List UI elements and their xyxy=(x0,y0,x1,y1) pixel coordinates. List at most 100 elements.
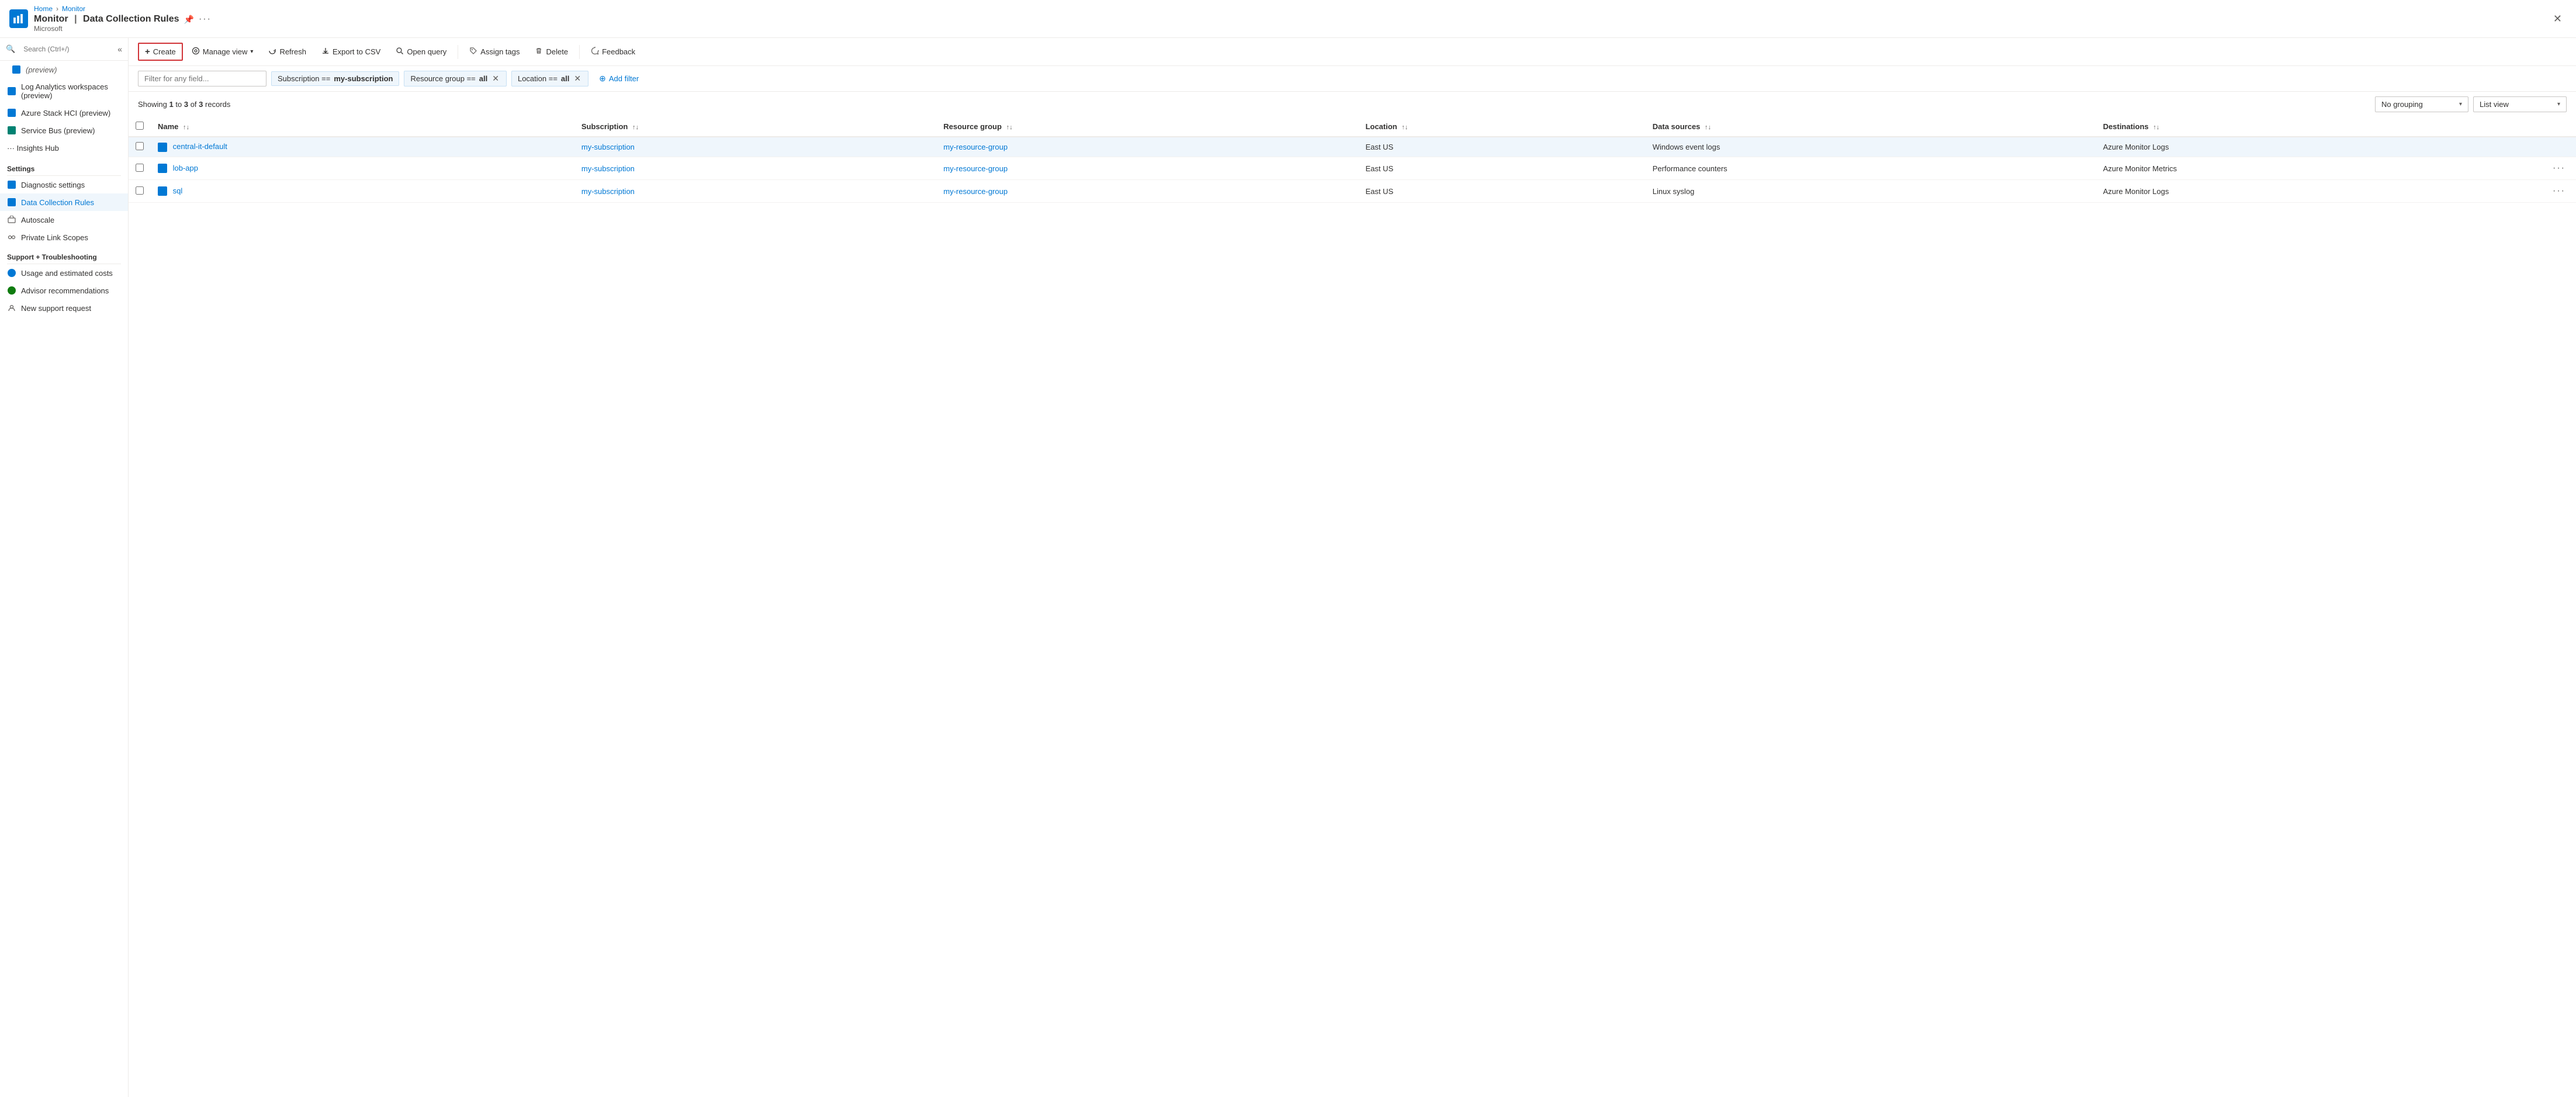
row-resource-group-link[interactable]: my-resource-group xyxy=(943,187,1007,196)
row-resource-group-link[interactable]: my-resource-group xyxy=(943,164,1007,173)
more-options-icon[interactable]: ··· xyxy=(199,14,212,25)
title-area: Home › Monitor Monitor | Data Collection… xyxy=(34,5,212,33)
row-checkbox-0[interactable] xyxy=(136,142,144,150)
subscription-filter-label: Subscription == xyxy=(278,74,330,83)
sidebar-item-azure-stack[interactable]: Azure Stack HCI (preview) xyxy=(0,104,128,122)
location-filter-close[interactable]: ✕ xyxy=(573,74,582,84)
row-subscription-cell: my-subscription xyxy=(574,137,937,157)
records-bar: Showing 1 to 3 of 3 records No grouping … xyxy=(129,92,2576,117)
subscription-header[interactable]: Subscription ↑↓ xyxy=(574,117,937,137)
row-resource-icon xyxy=(158,164,167,173)
subscription-filter-tag: Subscription == my-subscription xyxy=(271,71,399,86)
table-body: central-it-default my-subscription my-re… xyxy=(129,137,2576,203)
row-more-button[interactable]: ··· xyxy=(2549,185,2569,198)
row-subscription-link[interactable]: my-subscription xyxy=(581,187,635,196)
row-data-sources-value: Linux syslog xyxy=(1653,187,1695,196)
sidebar-item-preview[interactable]: (preview) xyxy=(0,61,128,78)
row-location-value: East US xyxy=(1366,164,1394,173)
feedback-button[interactable]: Feedback xyxy=(584,43,642,60)
name-header[interactable]: Name ↑↓ xyxy=(151,117,574,137)
app-subtitle: Microsoft xyxy=(34,25,212,33)
row-name-link[interactable]: lob-app xyxy=(173,164,198,172)
title-row: Monitor | Data Collection Rules 📌 ··· xyxy=(34,14,212,25)
view-dropdown[interactable]: List view ▾ xyxy=(2473,96,2567,112)
sidebar-item-advisor-label: Advisor recommendations xyxy=(21,286,109,295)
sidebar-item-usage-costs[interactable]: Usage and estimated costs xyxy=(0,264,128,282)
manage-view-chevron-icon: ▾ xyxy=(250,49,253,55)
destinations-header[interactable]: Destinations ↑↓ xyxy=(2096,117,2542,137)
filter-bar: Subscription == my-subscription Resource… xyxy=(129,66,2576,92)
location-header[interactable]: Location ↑↓ xyxy=(1359,117,1646,137)
pin-icon[interactable]: 📌 xyxy=(184,15,194,25)
manage-view-icon xyxy=(192,47,200,57)
main-layout: 🔍 « (preview) Log Analytics workspaces (… xyxy=(0,38,2576,1097)
sidebar-item-usage-label: Usage and estimated costs xyxy=(21,269,113,278)
create-plus-icon: + xyxy=(145,47,150,57)
create-button[interactable]: + Create xyxy=(138,43,183,61)
row-more-button[interactable]: ··· xyxy=(2549,162,2569,175)
preview-icon xyxy=(12,65,21,74)
select-all-header xyxy=(129,117,151,137)
row-actions-cell xyxy=(2542,137,2576,157)
row-select-cell xyxy=(129,180,151,203)
view-controls: No grouping ▾ List view ▾ xyxy=(2375,96,2567,112)
refresh-button[interactable]: Refresh xyxy=(262,43,313,60)
delete-icon xyxy=(535,47,543,57)
sidebar-item-data-collection-rules[interactable]: Data Collection Rules xyxy=(0,193,128,211)
row-name-link[interactable]: sql xyxy=(173,186,183,195)
data-table: Name ↑↓ Subscription ↑↓ Resource group ↑… xyxy=(129,117,2576,203)
row-destinations-value: Azure Monitor Logs xyxy=(2103,143,2169,151)
add-filter-button[interactable]: ⊕ Add filter xyxy=(593,71,645,86)
destinations-sort-icon: ↑↓ xyxy=(2153,124,2159,131)
filter-input[interactable] xyxy=(138,71,266,86)
sidebar-item-private-link[interactable]: Private Link Scopes xyxy=(0,229,128,246)
breadcrumb-home[interactable]: Home xyxy=(34,5,53,13)
subscription-header-label: Subscription xyxy=(581,122,628,131)
breadcrumb-monitor[interactable]: Monitor xyxy=(62,5,85,13)
export-csv-button[interactable]: Export to CSV xyxy=(315,43,387,60)
row-subscription-link[interactable]: my-subscription xyxy=(581,164,635,173)
sidebar-search-area: 🔍 « xyxy=(0,38,128,61)
row-name-link[interactable]: central-it-default xyxy=(173,142,227,151)
sidebar-item-diagnostic-settings[interactable]: Diagnostic settings xyxy=(0,176,128,193)
row-name-cell: central-it-default xyxy=(151,137,574,157)
collapse-sidebar-button[interactable]: « xyxy=(117,44,122,54)
assign-tags-button[interactable]: Assign tags xyxy=(463,43,526,60)
sidebar-item-log-analytics[interactable]: Log Analytics workspaces (preview) xyxy=(0,78,128,104)
close-button[interactable]: ✕ xyxy=(2549,11,2567,27)
sidebar-item-preview-label: (preview) xyxy=(26,65,57,74)
row-resource-group-link[interactable]: my-resource-group xyxy=(943,143,1007,151)
open-query-button[interactable]: Open query xyxy=(389,43,453,60)
row-resource-group-cell: my-resource-group xyxy=(936,180,1358,203)
row-resource-icon xyxy=(158,143,167,152)
open-query-icon xyxy=(396,47,404,57)
select-all-checkbox[interactable] xyxy=(136,122,144,130)
sidebar-item-autoscale[interactable]: Autoscale xyxy=(0,211,128,229)
location-header-label: Location xyxy=(1366,122,1397,131)
row-name-cell: lob-app xyxy=(151,157,574,180)
sidebar-item-private-link-label: Private Link Scopes xyxy=(21,233,88,242)
row-subscription-link[interactable]: my-subscription xyxy=(581,143,635,151)
row-checkbox-2[interactable] xyxy=(136,186,144,195)
row-location-value: East US xyxy=(1366,187,1394,196)
sidebar-item-service-bus[interactable]: Service Bus (preview) xyxy=(0,122,128,139)
row-data-sources-value: Performance counters xyxy=(1653,164,1727,173)
subscription-sort-icon: ↑↓ xyxy=(632,124,639,131)
sidebar-item-insights-hub[interactable]: ··· Insights Hub xyxy=(0,139,128,158)
row-name-cell: sql xyxy=(151,180,574,203)
search-icon: 🔍 xyxy=(6,44,15,54)
row-destinations-cell: Azure Monitor Logs xyxy=(2096,137,2542,157)
grouping-dropdown[interactable]: No grouping ▾ xyxy=(2375,96,2468,112)
toolbar-separator-2 xyxy=(579,45,580,59)
data-sources-header[interactable]: Data sources ↑↓ xyxy=(1646,117,2096,137)
row-checkbox-1[interactable] xyxy=(136,164,144,172)
manage-view-button[interactable]: Manage view ▾ xyxy=(185,43,260,60)
resource-group-header[interactable]: Resource group ↑↓ xyxy=(936,117,1358,137)
sidebar-item-advisor[interactable]: Advisor recommendations xyxy=(0,282,128,299)
resource-group-filter-close[interactable]: ✕ xyxy=(491,74,500,84)
delete-button[interactable]: Delete xyxy=(528,43,574,60)
data-sources-sort-icon: ↑↓ xyxy=(1705,124,1711,131)
search-input[interactable] xyxy=(19,43,114,56)
sidebar-item-new-support[interactable]: New support request xyxy=(0,299,128,317)
usage-costs-icon xyxy=(7,268,16,278)
